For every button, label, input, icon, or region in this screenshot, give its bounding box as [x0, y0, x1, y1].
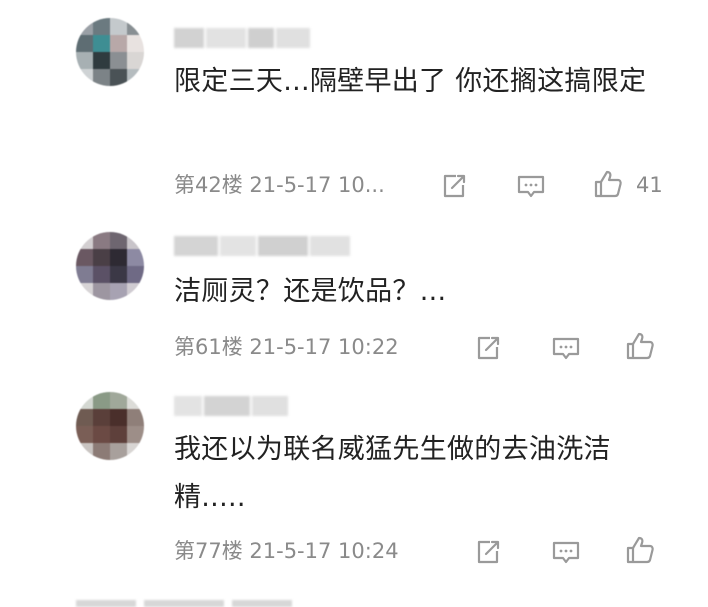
username-blurred[interactable]	[174, 28, 310, 48]
avatar[interactable]	[76, 392, 144, 460]
avatar[interactable]	[76, 18, 144, 86]
share-icon[interactable]	[472, 536, 504, 568]
next-comment-partial	[76, 600, 306, 607]
like-count: 41	[636, 173, 663, 197]
floor-and-time: 第61楼 21-5-17 10:22	[174, 335, 399, 359]
username-blurred[interactable]	[174, 396, 288, 416]
comment-text: 洁厕灵？还是饮品？...	[174, 276, 447, 307]
thumbs-up-icon[interactable]	[624, 330, 656, 362]
reply-icon[interactable]	[515, 170, 547, 202]
share-icon[interactable]	[438, 170, 470, 202]
username-blurred[interactable]	[174, 236, 350, 256]
comment-text: 我还以为联名威猛先生做的去油洗洁精.....	[174, 434, 611, 513]
share-icon[interactable]	[472, 332, 504, 364]
thumbs-up-icon[interactable]	[592, 168, 624, 200]
reply-icon[interactable]	[550, 536, 582, 568]
floor-and-time: 第42楼 21-5-17 10...	[174, 173, 385, 197]
comment-text: 限定三天...隔壁早出了 你还搁这搞限定	[174, 66, 647, 97]
reply-icon[interactable]	[550, 332, 582, 364]
thumbs-up-icon[interactable]	[624, 534, 656, 566]
avatar[interactable]	[76, 232, 144, 300]
floor-and-time: 第77楼 21-5-17 10:24	[174, 539, 399, 563]
